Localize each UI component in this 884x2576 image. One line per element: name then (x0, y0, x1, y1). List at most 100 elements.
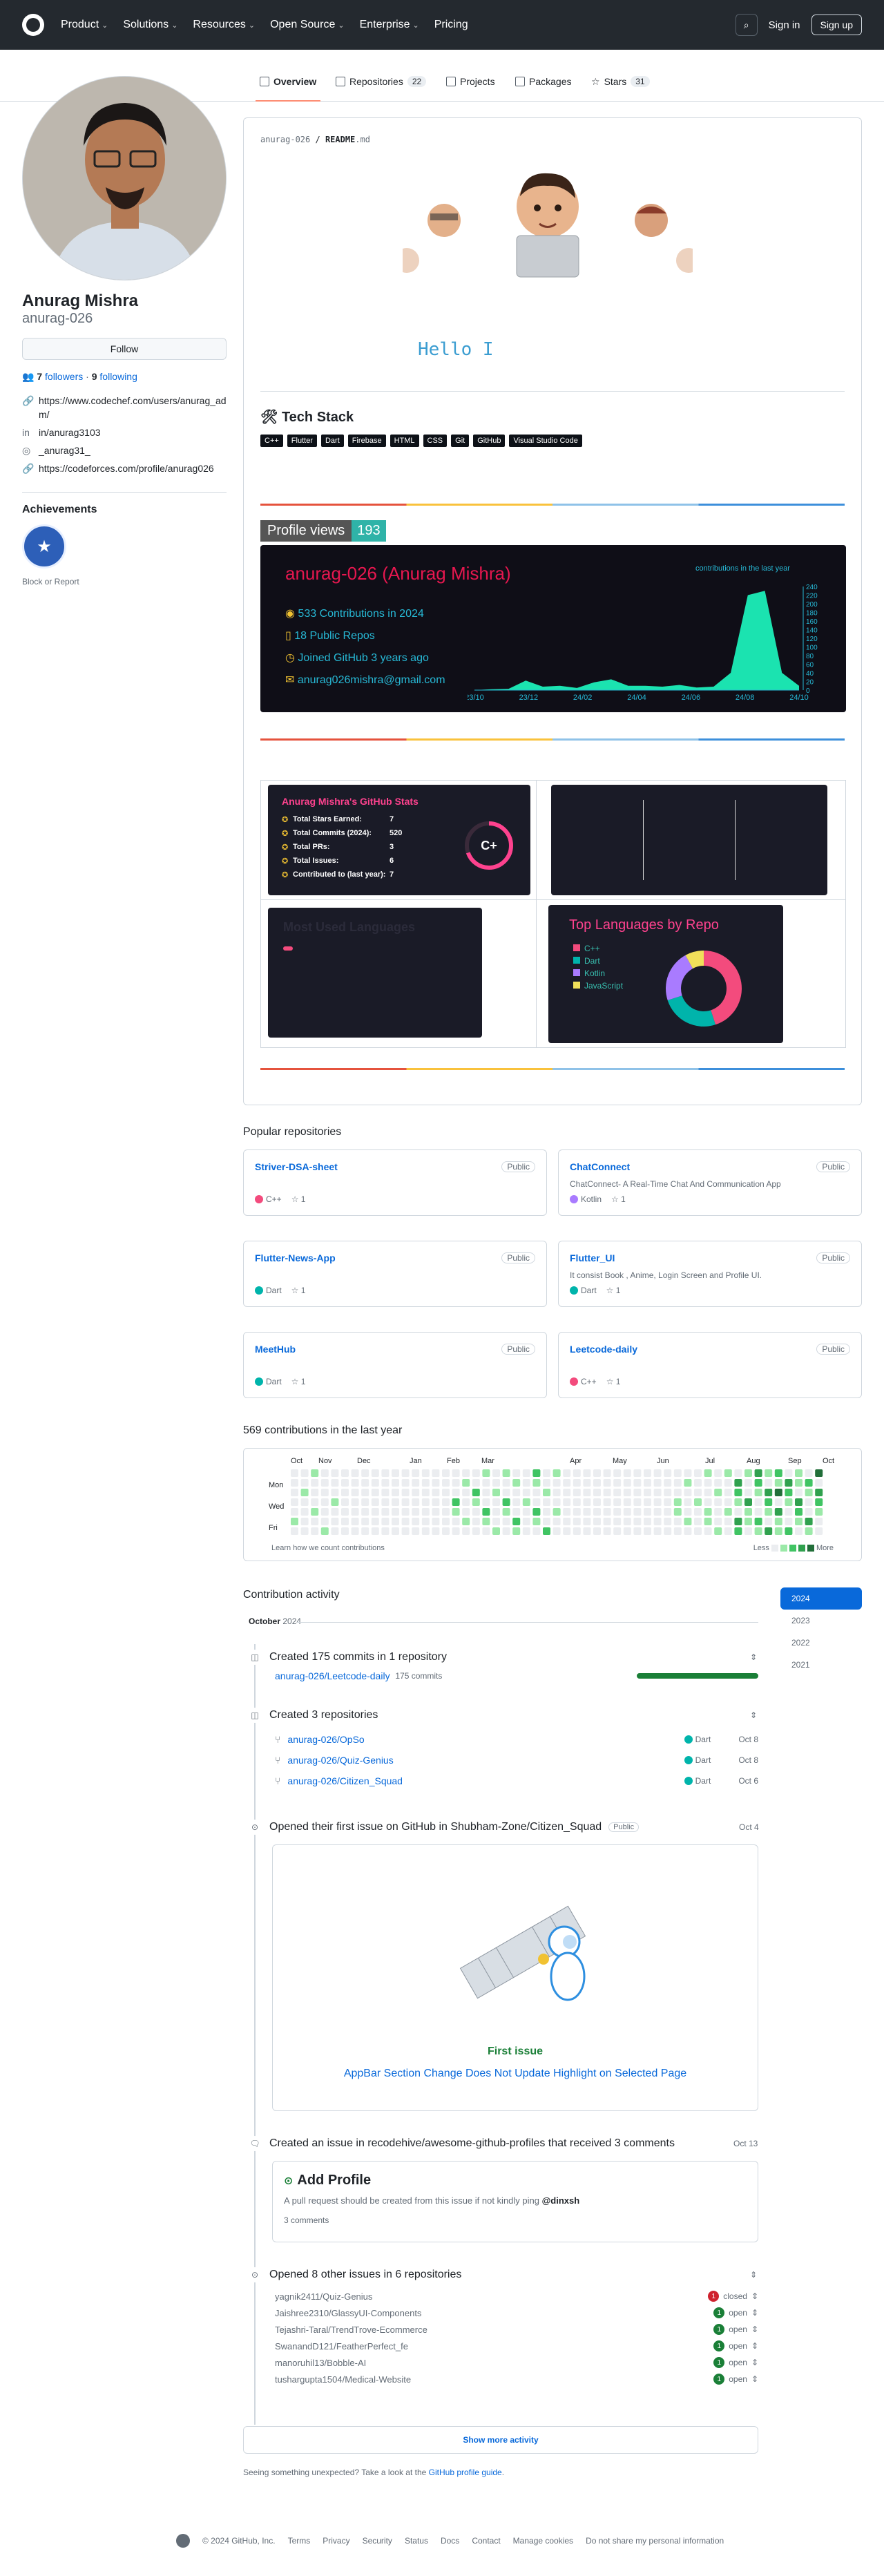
calendar-day[interactable] (633, 1489, 642, 1496)
calendar-day[interactable] (341, 1469, 349, 1477)
calendar-day[interactable] (623, 1498, 631, 1506)
calendar-day[interactable] (532, 1498, 541, 1506)
calendar-day[interactable] (320, 1518, 329, 1525)
calendar-day[interactable] (694, 1469, 702, 1477)
calendar-day[interactable] (633, 1479, 642, 1487)
calendar-day[interactable] (744, 1527, 752, 1535)
calendar-day[interactable] (300, 1518, 309, 1525)
calendar-day[interactable] (613, 1508, 622, 1516)
footer-manage-cookies[interactable]: Manage cookies (513, 2536, 573, 2546)
calendar-day[interactable] (320, 1527, 329, 1535)
calendar-day[interactable] (653, 1479, 662, 1487)
calendar-day[interactable] (573, 1498, 581, 1506)
calendar-day[interactable] (694, 1518, 702, 1525)
calendar-day[interactable] (472, 1527, 480, 1535)
calendar-day[interactable] (563, 1498, 571, 1506)
calendar-day[interactable] (754, 1489, 762, 1496)
calendar-day[interactable] (664, 1518, 672, 1525)
calendar-day[interactable] (472, 1489, 480, 1496)
repo-name-link[interactable]: Flutter_UI (570, 1252, 615, 1263)
calendar-day[interactable] (361, 1479, 369, 1487)
calendar-day[interactable] (673, 1479, 682, 1487)
calendar-day[interactable] (613, 1479, 622, 1487)
calendar-day[interactable] (563, 1469, 571, 1477)
calendar-day[interactable] (805, 1498, 813, 1506)
year-2024[interactable]: 2024 (780, 1587, 862, 1610)
issue-repo-link[interactable]: Jaishree2310/GlassyUI-Components (275, 2308, 421, 2318)
calendar-day[interactable] (653, 1527, 662, 1535)
readme-user-link[interactable]: anurag-026 (260, 135, 310, 144)
calendar-day[interactable] (522, 1498, 530, 1506)
calendar-day[interactable] (795, 1518, 803, 1525)
tab-overview[interactable]: Overview (255, 70, 321, 102)
calendar-day[interactable] (311, 1489, 319, 1496)
calendar-day[interactable] (754, 1479, 762, 1487)
calendar-day[interactable] (795, 1469, 803, 1477)
calendar-day[interactable] (291, 1527, 298, 1535)
calendar-day[interactable] (653, 1469, 662, 1477)
calendar-day[interactable] (311, 1469, 319, 1477)
calendar-day[interactable] (522, 1479, 530, 1487)
collapse-icon[interactable]: ⇕ (751, 2341, 758, 2351)
footer-contact[interactable]: Contact (472, 2536, 500, 2546)
calendar-day[interactable] (543, 1527, 550, 1535)
commit-repo-link[interactable]: anurag-026/Leetcode-daily (275, 1670, 390, 1681)
calendar-day[interactable] (815, 1498, 823, 1506)
calendar-day[interactable] (774, 1508, 782, 1516)
calendar-day[interactable] (573, 1527, 581, 1535)
calendar-day[interactable] (765, 1469, 773, 1477)
calendar-day[interactable] (684, 1479, 692, 1487)
calendar-day[interactable] (583, 1508, 591, 1516)
calendar-day[interactable] (432, 1527, 440, 1535)
calendar-day[interactable] (613, 1469, 622, 1477)
calendar-day[interactable] (291, 1469, 298, 1477)
calendar-day[interactable] (472, 1498, 480, 1506)
collapse-icon[interactable]: ⇕ (751, 2325, 758, 2334)
created-repo-link[interactable]: anurag-026/Citizen_Squad (287, 1775, 403, 1786)
calendar-day[interactable] (623, 1527, 631, 1535)
calendar-day[interactable] (734, 1479, 742, 1487)
calendar-day[interactable] (452, 1508, 460, 1516)
tab-stars[interactable]: ☆ Stars 31 (591, 70, 650, 93)
calendar-day[interactable] (795, 1527, 803, 1535)
calendar-day[interactable] (532, 1508, 541, 1516)
calendar-day[interactable] (765, 1508, 773, 1516)
calendar-day[interactable] (603, 1518, 611, 1525)
calendar-day[interactable] (613, 1498, 622, 1506)
learn-count-link[interactable]: Learn how we count contributions (271, 1544, 385, 1552)
calendar-day[interactable] (694, 1498, 702, 1506)
calendar-day[interactable] (795, 1489, 803, 1496)
calendar-day[interactable] (805, 1508, 813, 1516)
calendar-day[interactable] (694, 1508, 702, 1516)
calendar-day[interactable] (593, 1489, 601, 1496)
calendar-day[interactable] (633, 1469, 642, 1477)
calendar-day[interactable] (351, 1498, 359, 1506)
calendar-day[interactable] (462, 1489, 470, 1496)
calendar-day[interactable] (664, 1469, 672, 1477)
footer-docs[interactable]: Docs (441, 2536, 459, 2546)
calendar-day[interactable] (714, 1508, 722, 1516)
profile-guide-link[interactable]: GitHub profile guide (429, 2468, 502, 2477)
calendar-day[interactable] (552, 1518, 561, 1525)
calendar-day[interactable] (704, 1469, 712, 1477)
calendar-day[interactable] (331, 1489, 339, 1496)
calendar-day[interactable] (361, 1508, 369, 1516)
calendar-day[interactable] (805, 1527, 813, 1535)
calendar-day[interactable] (381, 1527, 390, 1535)
calendar-day[interactable] (724, 1508, 732, 1516)
calendar-day[interactable] (482, 1498, 490, 1506)
calendar-day[interactable] (673, 1508, 682, 1516)
calendar-day[interactable] (300, 1498, 309, 1506)
calendar-day[interactable] (805, 1489, 813, 1496)
calendar-day[interactable] (311, 1527, 319, 1535)
calendar-day[interactable] (351, 1489, 359, 1496)
calendar-day[interactable] (593, 1469, 601, 1477)
calendar-day[interactable] (442, 1469, 450, 1477)
calendar-day[interactable] (552, 1527, 561, 1535)
first-issue-title-link[interactable]: AppBar Section Change Does Not Update Hi… (273, 2068, 758, 2080)
calendar-day[interactable] (421, 1498, 430, 1506)
calendar-day[interactable] (432, 1489, 440, 1496)
calendar-day[interactable] (573, 1479, 581, 1487)
calendar-day[interactable] (452, 1527, 460, 1535)
calendar-day[interactable] (442, 1489, 450, 1496)
